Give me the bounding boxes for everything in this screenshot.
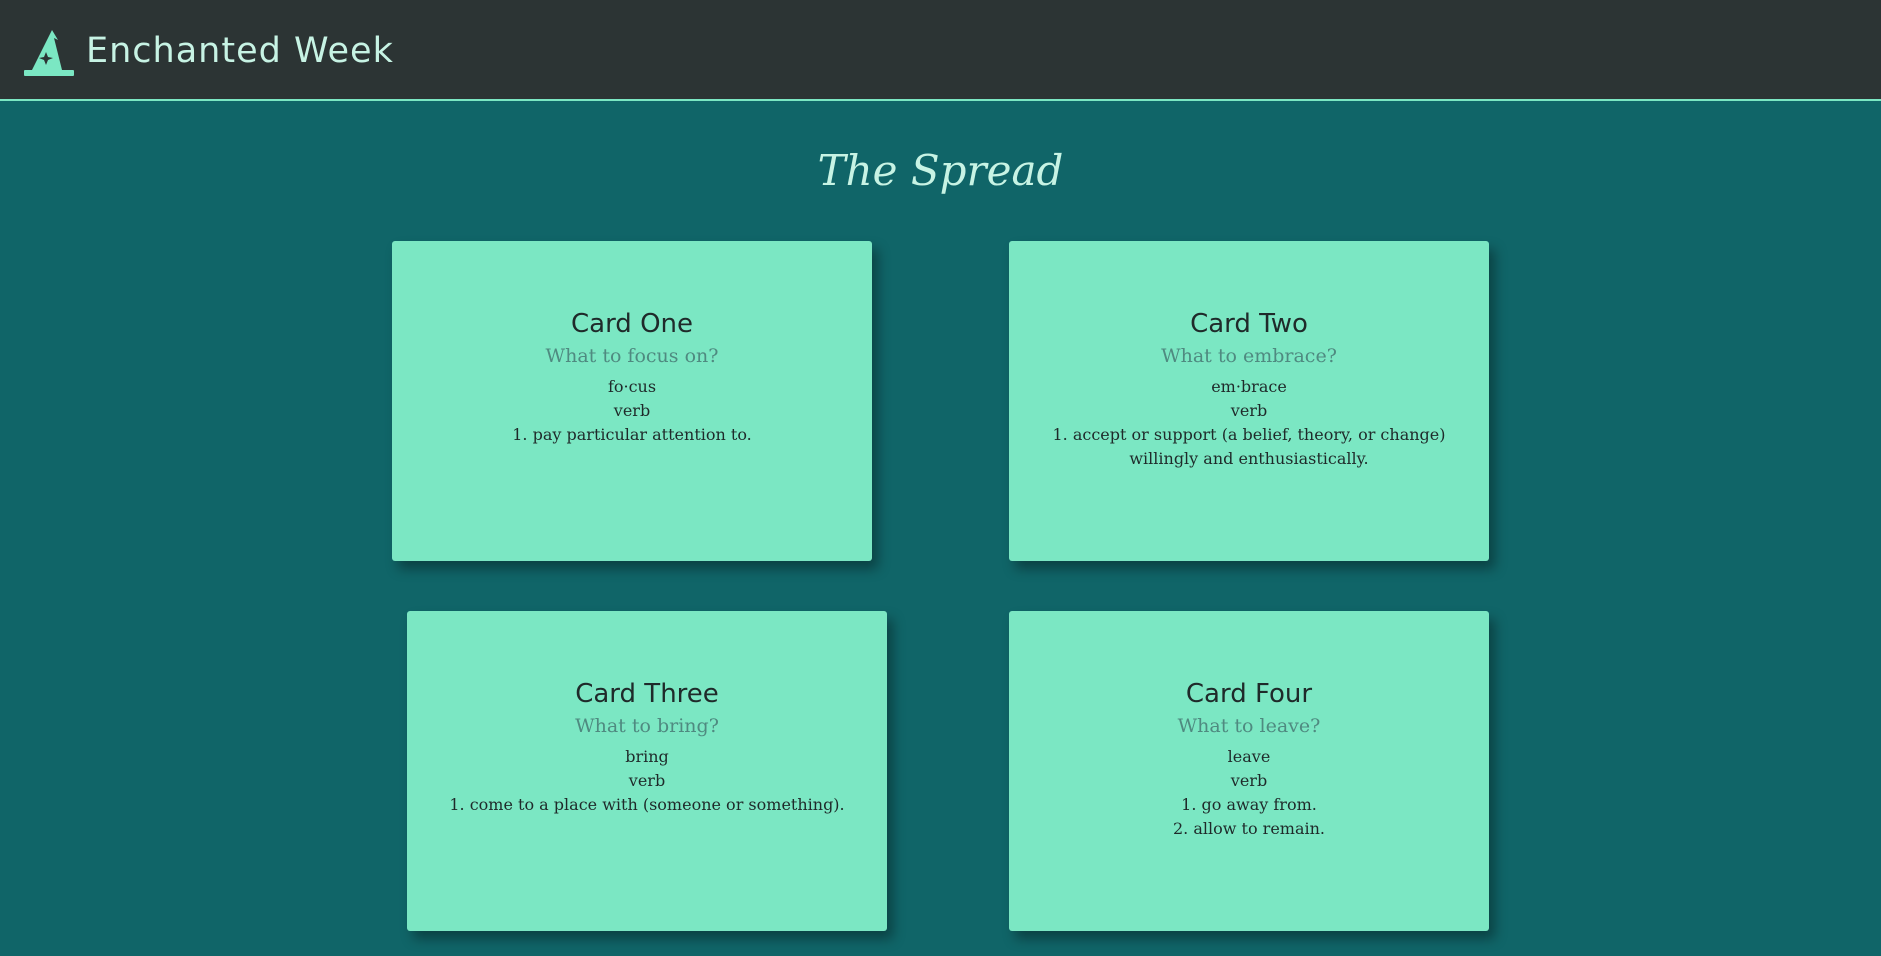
card-word: em·brace [1211, 376, 1287, 396]
card-word: bring [625, 746, 669, 766]
card-three: Card Three What to bring? bring verb 1. … [407, 611, 887, 931]
card-definition: 1. pay particular attention to. [512, 424, 752, 444]
card-two: Card Two What to embrace? em·brace verb … [1009, 241, 1489, 561]
page-title: The Spread [817, 146, 1064, 195]
card-question: What to embrace? [1161, 345, 1337, 368]
card-one: Card One What to focus on? fo·cus verb 1… [392, 241, 872, 561]
card-four: Card Four What to leave? leave verb 1. g… [1009, 611, 1489, 931]
card-definition: 1. accept or support (a belief, theory, … [1052, 424, 1446, 468]
card-part-of-speech: verb [1230, 400, 1268, 420]
card-question: What to focus on? [545, 345, 719, 368]
card-question: What to bring? [575, 715, 719, 738]
card-part-of-speech: verb [628, 770, 666, 790]
app-brand-title[interactable]: Enchanted Week [86, 34, 394, 69]
card-definition: 1. come to a place with (someone or some… [449, 794, 845, 814]
card-title: Card Two [1190, 309, 1308, 339]
card-title: Card Three [575, 679, 719, 709]
card-question: What to leave? [1177, 715, 1321, 738]
card-part-of-speech: verb [613, 400, 651, 420]
card-title: Card Four [1185, 679, 1313, 709]
card-definition: 2. allow to remain. [1172, 818, 1326, 838]
card-part-of-speech: verb [1230, 770, 1268, 790]
card-word: leave [1227, 746, 1271, 766]
app-header: Enchanted Week [0, 0, 1881, 101]
wizard-hat-icon [24, 30, 74, 76]
card-definition: 1. go away from. [1181, 794, 1317, 814]
card-title: Card One [570, 309, 694, 339]
card-word: fo·cus [607, 376, 657, 396]
